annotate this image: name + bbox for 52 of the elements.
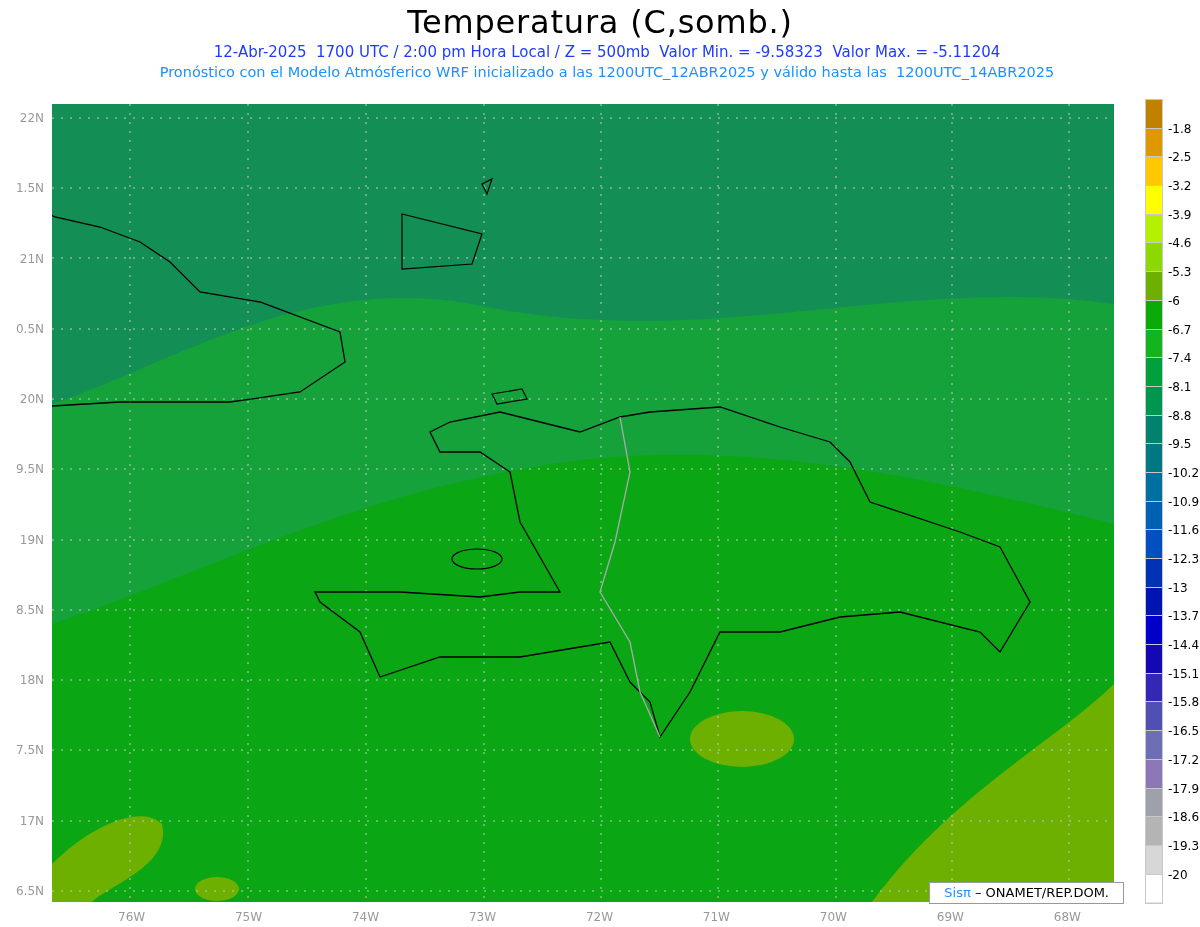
forecast-info: Pronóstico con el Modelo Atmósferico WRF inicializado a las 1200UTC_12ABR2025 y válido hasta las 1200UTC_14ABR2025 [159,63,1055,82]
latitude-label: 6.5N [15,883,44,898]
latitude-label: 1.5N [15,181,44,196]
latitude-label: 8.5N [15,602,44,617]
latitude-label: 7.5N [15,743,44,758]
longitude-label: 68W [1053,910,1081,925]
legend-label: -13.7 [1168,609,1200,624]
legend-label: -11.6 [1168,523,1200,538]
chart-subtitle: 12-Abr-2025 1700 UTC / 2:00 pm Hora Local / Z = 500mb Valor Min. = -9.58323 Valor Max. = -5.11204 [213,42,1001,62]
longitude-label: 69W [936,910,964,925]
legend-label: -2.5 [1168,150,1192,165]
latitude-label: 9.5N [15,462,44,477]
legend-label: -18.6 [1168,810,1200,825]
legend-label: -20 [1168,867,1188,882]
legend-label: -17.9 [1168,781,1200,796]
legend-label: -6 [1168,293,1180,308]
legend-label: -12.3 [1168,552,1200,566]
legend-label: -15.8 [1168,695,1200,710]
latitude-label: 0.5N [15,321,44,336]
latitude-label: 19N [19,532,44,547]
longitude-label: 76W [118,910,146,925]
legend-label: -10.9 [1168,494,1200,509]
longitude-label: 71W [702,910,730,925]
longitude-label: 73W [468,910,497,925]
legend-label: -5.3 [1168,265,1192,280]
latitude-label: 18N [19,673,44,688]
legend-label: -15.1 [1168,666,1200,681]
longitude-label: 72W [585,910,613,925]
chart-title: Temperatura (C,somb.) [407,2,793,42]
legend-label: -4.6 [1168,236,1192,251]
longitude-label: 70W [819,910,847,925]
legend-label: -3.9 [1168,207,1192,222]
credit-label: Sisπ – ONAMET/REP.DOM. [929,882,1124,904]
legend-label: -14.4 [1168,638,1200,653]
latitude-label: 21N [19,251,44,266]
legend-label: -8.8 [1168,408,1192,423]
latitude-label: 20N [19,392,44,407]
legend-label: -6.7 [1168,322,1192,337]
legend-label: -10.2 [1168,465,1200,480]
longitude-label: 74W [351,910,380,925]
legend-label: -16.5 [1168,724,1200,739]
latitude-label: 17N [19,813,44,828]
legend-label: -13 [1168,580,1188,595]
legend-label: -9.5 [1168,437,1192,452]
legend-label: -7.4 [1168,351,1192,366]
legend-label: -1.8 [1168,121,1192,136]
longitude-label: 75W [234,910,263,925]
legend-label: -3.2 [1168,179,1192,194]
legend-label: -17.2 [1168,752,1200,767]
legend-label: -19.3 [1168,838,1200,853]
legend-label: -8.1 [1168,379,1192,394]
latitude-label: 22N [19,111,44,125]
